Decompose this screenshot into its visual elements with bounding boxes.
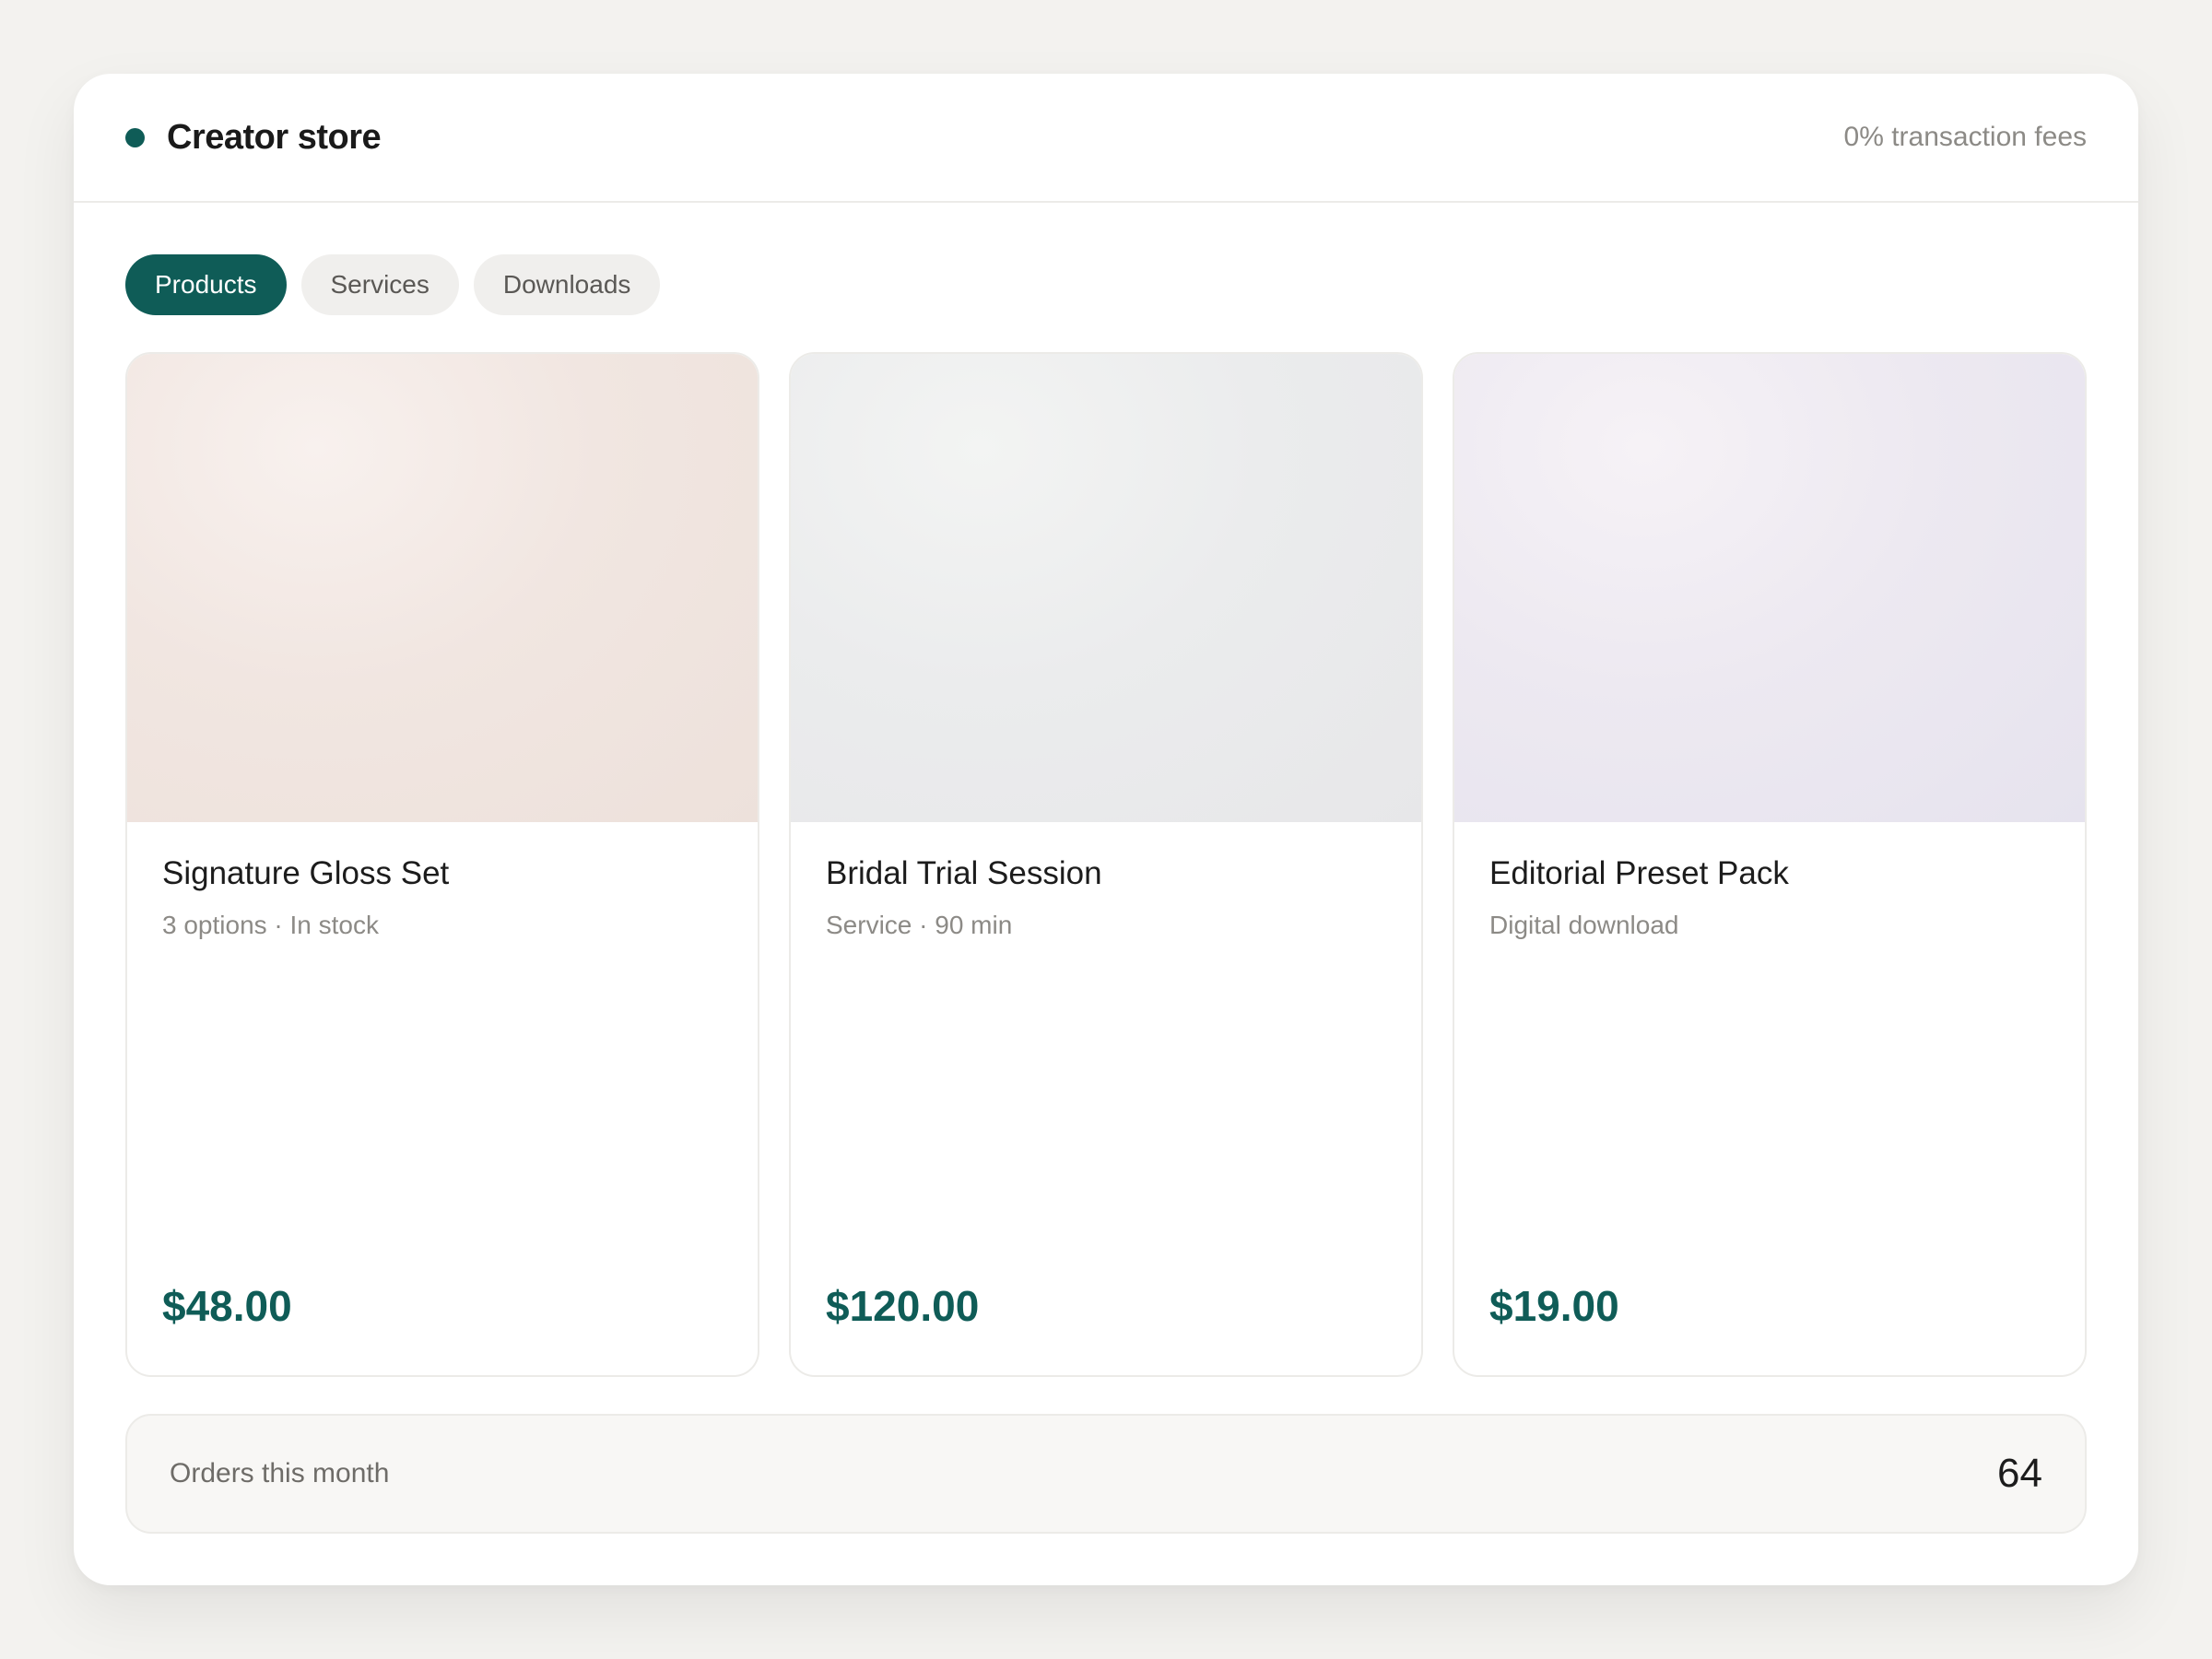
orders-summary: Orders this month 64 (125, 1414, 2087, 1534)
orders-summary-label: Orders this month (170, 1458, 390, 1488)
brand: Creator store (125, 117, 382, 158)
product-price: $19.00 (1489, 1282, 1619, 1330)
store-panel: Creator store 0% transaction fees Produc… (74, 74, 2138, 1585)
product-meta: Service · 90 min (826, 911, 1013, 939)
product-card-signature-gloss-set[interactable]: Signature Gloss Set 3 options · In stock… (125, 352, 759, 1377)
product-meta: 3 options · In stock (162, 911, 380, 939)
orders-summary-value: 64 (1997, 1451, 2042, 1496)
product-image-placeholder (791, 354, 1421, 822)
category-tabs: Products Services Downloads (125, 254, 675, 315)
product-meta: Digital download (1489, 911, 1679, 939)
product-name: Editorial Preset Pack (1489, 855, 1789, 891)
product-price: $48.00 (162, 1282, 292, 1330)
status-dot-icon (125, 127, 145, 147)
transaction-fees-note: 0% transaction fees (1843, 122, 2087, 152)
product-name: Bridal Trial Session (826, 855, 1102, 891)
product-image-placeholder (127, 354, 758, 822)
product-price: $120.00 (826, 1282, 980, 1330)
product-name: Signature Gloss Set (162, 855, 450, 891)
tab-products[interactable]: Products (125, 254, 287, 315)
product-grid: Signature Gloss Set 3 options · In stock… (125, 352, 2087, 1377)
product-card-bridal-trial-session[interactable]: Bridal Trial Session Service · 90 min $1… (789, 352, 1423, 1377)
store-header: Creator store 0% transaction fees (74, 74, 2138, 203)
product-card-editorial-preset-pack[interactable]: Editorial Preset Pack Digital download $… (1453, 352, 2087, 1377)
tab-downloads[interactable]: Downloads (473, 254, 661, 315)
tab-services[interactable]: Services (300, 254, 459, 315)
product-image-placeholder (1454, 354, 2085, 822)
store-title: Creator store (167, 117, 382, 157)
